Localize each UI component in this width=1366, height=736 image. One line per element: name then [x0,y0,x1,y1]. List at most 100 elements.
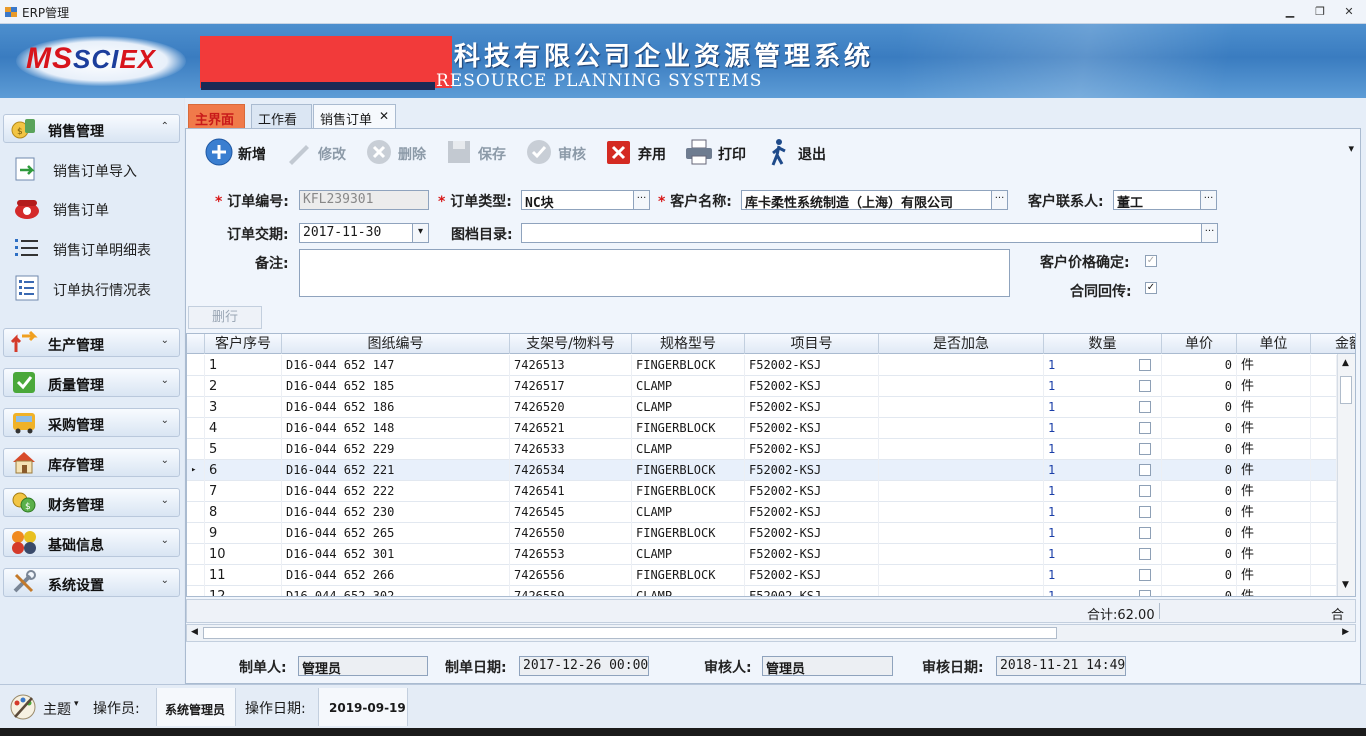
cell-amount[interactable] [1311,481,1337,502]
row-indicator[interactable] [187,439,205,460]
save-button[interactable]: 保存 [444,135,514,169]
scroll-thumb[interactable] [1340,376,1352,404]
cell-spec[interactable]: CLAMP [632,397,745,418]
cell-material[interactable]: 7426521 [510,418,632,439]
cell-qty[interactable]: 1 [1044,544,1162,565]
row-indicator[interactable] [187,544,205,565]
cell-unit[interactable]: 件 [1237,502,1311,523]
sidebar-item-sales-order-detail[interactable]: 销售订单明细表 [10,232,180,264]
cell-urgent[interactable] [879,565,1151,586]
cell-project[interactable]: F52002-KSJ [745,376,879,397]
row-indicator[interactable] [187,397,205,418]
row-indicator[interactable] [187,481,205,502]
cell-price[interactable]: 0 [1162,586,1237,596]
sidebar-section-quality[interactable]: 质量管理 ⌄ [3,368,180,397]
table-row[interactable]: 7 D16-044 652 222 7426541 FINGERBLOCK F52002… [187,481,1337,502]
contact-lookup-button[interactable]: ··· [1200,190,1217,210]
cell-price[interactable]: 0 [1162,460,1237,481]
close-window-button[interactable]: ✕ [1336,2,1362,22]
cell-spec[interactable]: CLAMP [632,502,745,523]
cell-project[interactable]: F52002-KSJ [745,439,879,460]
cell-amount[interactable] [1311,460,1337,481]
table-row[interactable]: 11 D16-044 652 266 7426556 FINGERBLOCK F5200… [187,565,1337,586]
cell-qty[interactable]: 1 [1044,355,1162,376]
cell-project[interactable]: F52002-KSJ [745,523,879,544]
discard-button[interactable]: 弃用 [604,135,674,169]
col-header-unit[interactable]: 单位 [1237,334,1311,354]
cell-spec[interactable]: CLAMP [632,376,745,397]
cell-qty[interactable]: 1 [1044,481,1162,502]
toolbar-more-icon[interactable]: ▾ [1348,142,1354,155]
cell-seq[interactable]: 10 [205,544,282,565]
col-header-amount[interactable]: 金额 [1311,334,1355,354]
cell-material[interactable]: 7426556 [510,565,632,586]
cell-qty[interactable]: 1 [1044,376,1162,397]
note-textarea[interactable] [299,249,1010,297]
cell-amount[interactable] [1311,376,1337,397]
table-row[interactable]: 12 D16-044 652 302 7426559 CLAMP F52002-KSJ 1… [187,586,1337,596]
order-type-lookup-button[interactable]: ··· [633,190,650,210]
table-row[interactable]: 10 D16-044 652 301 7426553 CLAMP F52002-KSJ 1… [187,544,1337,565]
cell-urgent[interactable] [879,544,1151,565]
catalog-field[interactable] [521,223,1202,243]
customer-lookup-button[interactable]: ··· [991,190,1008,210]
cell-unit[interactable]: 件 [1237,439,1311,460]
sidebar-section-basic-info[interactable]: 基础信息 ⌄ [3,528,180,557]
hscroll-thumb[interactable] [203,627,1057,639]
cell-drawing[interactable]: D16-044 652 301 [282,544,510,565]
sidebar-section-production[interactable]: 生产管理 ⌄ [3,328,180,357]
col-header-spec[interactable]: 规格型号 [632,334,745,354]
scroll-up-icon[interactable]: ▲ [1342,358,1349,368]
row-indicator[interactable] [187,355,205,376]
cell-urgent[interactable] [879,502,1151,523]
cell-amount[interactable] [1311,397,1337,418]
col-header-material[interactable]: 支架号/物料号 [510,334,632,354]
cell-project[interactable]: F52002-KSJ [745,544,879,565]
cell-spec[interactable]: FINGERBLOCK [632,355,745,376]
cell-seq[interactable]: 9 [205,523,282,544]
cell-project[interactable]: F52002-KSJ [745,418,879,439]
cell-spec[interactable]: CLAMP [632,439,745,460]
cell-price[interactable]: 0 [1162,439,1237,460]
scroll-down-icon[interactable]: ▼ [1342,580,1349,590]
cell-material[interactable]: 7426559 [510,586,632,596]
cell-price[interactable]: 0 [1162,523,1237,544]
cell-qty[interactable]: 1 [1044,565,1162,586]
exit-button[interactable]: 退出 [764,135,834,169]
new-button[interactable]: 新增 [204,135,276,169]
row-indicator[interactable] [187,418,205,439]
cell-project[interactable]: F52002-KSJ [745,481,879,502]
cell-amount[interactable] [1311,439,1337,460]
cell-price[interactable]: 0 [1162,502,1237,523]
cell-amount[interactable] [1311,586,1337,596]
cell-price[interactable]: 0 [1162,565,1237,586]
cell-material[interactable]: 7426534 [510,460,632,481]
contact-field[interactable]: 董工 [1113,190,1201,210]
cell-drawing[interactable]: D16-044 652 221 [282,460,510,481]
cell-price[interactable]: 0 [1162,418,1237,439]
cell-material[interactable]: 7426517 [510,376,632,397]
cell-seq[interactable]: 1 [205,355,282,376]
cell-seq[interactable]: 2 [205,376,282,397]
cell-price[interactable]: 0 [1162,376,1237,397]
col-header-seq[interactable]: 客户序号 [205,334,282,354]
cell-unit[interactable]: 件 [1237,481,1311,502]
cell-qty[interactable]: 1 [1044,523,1162,544]
cell-price[interactable]: 0 [1162,544,1237,565]
cell-seq[interactable]: 7 [205,481,282,502]
cell-drawing[interactable]: D16-044 652 147 [282,355,510,376]
sidebar-item-sales-order-import[interactable]: 销售订单导入 [10,153,180,185]
sidebar-section-purchase[interactable]: 采购管理 ⌄ [3,408,180,437]
cell-project[interactable]: F52002-KSJ [745,397,879,418]
cell-drawing[interactable]: D16-044 652 266 [282,565,510,586]
cell-price[interactable]: 0 [1162,355,1237,376]
cell-unit[interactable]: 件 [1237,418,1311,439]
order-no-field[interactable]: KFL239301 [299,190,429,210]
cell-urgent[interactable] [879,523,1151,544]
row-indicator[interactable] [187,502,205,523]
cell-unit[interactable]: 件 [1237,376,1311,397]
cell-drawing[interactable]: D16-044 652 222 [282,481,510,502]
table-row[interactable]: 2 D16-044 652 185 7426517 CLAMP F52002-KSJ 1 0… [187,376,1337,397]
cell-drawing[interactable]: D16-044 652 229 [282,439,510,460]
sidebar-section-inventory[interactable]: 库存管理 ⌄ [3,448,180,477]
